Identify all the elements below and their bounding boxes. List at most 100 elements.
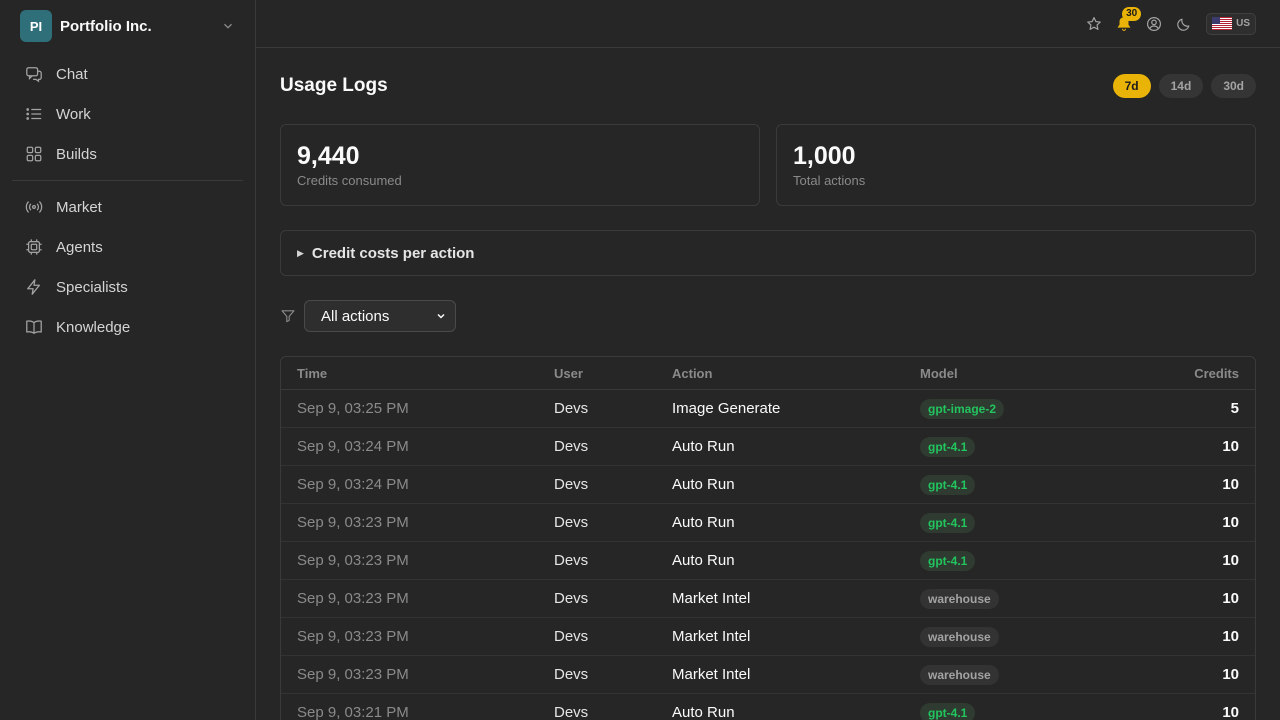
table-row[interactable]: Sep 9, 03:23 PM Devs Market Intel warehouse… — [281, 580, 1255, 618]
bell-icon[interactable]: 30 — [1116, 6, 1142, 32]
book-icon — [24, 317, 44, 337]
cell-model: gpt-4.1 — [920, 702, 1139, 720]
cell-credits: 10 — [1222, 628, 1239, 645]
credit-costs-disclosure[interactable]: ▶ Credit costs per action — [280, 230, 1256, 276]
cell-action: Auto Run — [672, 476, 735, 493]
caret-right-icon: ▶ — [297, 247, 304, 258]
sidebar-item-label: Work — [56, 105, 91, 123]
cell-action: Auto Run — [672, 704, 735, 720]
cpu-icon — [24, 237, 44, 257]
moon-icon[interactable] — [1176, 16, 1192, 32]
cell-time: Sep 9, 03:25 PM — [297, 400, 409, 417]
model-badge: gpt-4.1 — [920, 550, 976, 571]
usage-table: Time User Action Model Credits Sep 9, 03… — [280, 356, 1256, 720]
org-switcher[interactable]: PI Portfolio Inc. — [12, 10, 243, 42]
table-row[interactable]: Sep 9, 03:25 PM Devs Image Generate gpt-ima… — [281, 390, 1255, 428]
table-body: Sep 9, 03:25 PM Devs Image Generate gpt-ima… — [281, 390, 1255, 720]
cell-time: Sep 9, 03:23 PM — [297, 590, 409, 607]
cell-user: Devs — [554, 400, 589, 417]
model-badge: warehouse — [920, 588, 999, 609]
stat-value: 1,000 — [793, 142, 856, 170]
sidebar-item-label: Chat — [56, 65, 88, 83]
table-row[interactable]: Sep 9, 03:23 PM Devs Auto Run gpt-4.1 10 — [281, 542, 1255, 580]
table-row[interactable]: Sep 9, 03:24 PM Devs Auto Run gpt-4.1 10 — [281, 466, 1255, 504]
column-header-credits[interactable]: Credits — [1139, 366, 1239, 381]
select-value: All actions — [321, 307, 390, 325]
model-badge: gpt-4.1 — [920, 512, 976, 533]
cell-user: Devs — [554, 552, 589, 569]
user-circle-icon[interactable] — [1146, 16, 1162, 32]
chat-icon — [24, 64, 44, 84]
sidebar-item-knowledge[interactable]: Knowledge — [12, 307, 243, 347]
stats-row: 9,440 Credits consumed 1,000 Total actio… — [280, 124, 1256, 206]
cell-time: Sep 9, 03:23 PM — [297, 628, 409, 645]
cell-user: Devs — [554, 438, 589, 455]
sidebar-item-chat[interactable]: Chat — [12, 54, 243, 94]
table-row[interactable]: Sep 9, 03:23 PM Devs Auto Run gpt-4.1 10 — [281, 504, 1255, 542]
cell-action: Auto Run — [672, 514, 735, 531]
sidebar-item-work[interactable]: Work — [12, 94, 243, 134]
locale-label: US — [1236, 18, 1250, 29]
cell-credits: 10 — [1222, 666, 1239, 683]
page-title: Usage Logs — [280, 75, 388, 96]
cell-user: Devs — [554, 666, 589, 683]
range-7d-button[interactable]: 7d — [1112, 74, 1151, 98]
cell-user: Devs — [554, 514, 589, 531]
cell-credits: 10 — [1222, 514, 1239, 531]
cell-model: gpt-4.1 — [920, 550, 1139, 571]
cell-time: Sep 9, 03:23 PM — [297, 666, 409, 683]
column-header-model[interactable]: Model — [920, 366, 1139, 381]
cell-action: Market Intel — [672, 628, 751, 645]
sidebar-item-specialists[interactable]: Specialists — [12, 267, 243, 307]
cell-time: Sep 9, 03:23 PM — [297, 552, 409, 569]
cell-model: gpt-4.1 — [920, 436, 1139, 457]
cell-user: Devs — [554, 704, 589, 720]
column-header-time[interactable]: Time — [297, 366, 554, 381]
org-avatar: PI — [20, 10, 52, 42]
cell-model: warehouse — [920, 664, 1139, 685]
main-area: 30 US Usage Logs 7d 14d 30d 9,440 Credit… — [256, 0, 1280, 720]
table-row[interactable]: Sep 9, 03:23 PM Devs Market Intel warehouse… — [281, 618, 1255, 656]
model-badge: gpt-4.1 — [920, 436, 976, 457]
sidebar-item-builds[interactable]: Builds — [12, 134, 243, 174]
filter-icon — [281, 310, 295, 323]
sidebar: PI Portfolio Inc. Chat Work Builds Marke… — [0, 0, 256, 720]
model-badge: warehouse — [920, 664, 999, 685]
cell-model: warehouse — [920, 626, 1139, 647]
stat-value: 9,440 — [297, 142, 360, 170]
cell-model: warehouse — [920, 588, 1139, 609]
stat-label: Credits consumed — [297, 173, 402, 188]
broadcast-icon — [24, 197, 44, 217]
sidebar-item-label: Market — [56, 198, 102, 216]
model-badge: warehouse — [920, 626, 999, 647]
locale-switcher[interactable]: US — [1206, 12, 1256, 35]
model-badge: gpt-4.1 — [920, 702, 976, 720]
model-badge: gpt-image-2 — [920, 398, 1005, 419]
cell-model: gpt-image-2 — [920, 398, 1139, 419]
stat-actions-card: 1,000 Total actions — [776, 124, 1256, 206]
cell-time: Sep 9, 03:24 PM — [297, 476, 409, 493]
table-row[interactable]: Sep 9, 03:24 PM Devs Auto Run gpt-4.1 10 — [281, 428, 1255, 466]
range-30d-button[interactable]: 30d — [1211, 74, 1256, 98]
cell-time: Sep 9, 03:24 PM — [297, 438, 409, 455]
cell-credits: 10 — [1222, 552, 1239, 569]
cell-action: Market Intel — [672, 666, 751, 683]
table-row[interactable]: Sep 9, 03:21 PM Devs Auto Run gpt-4.1 10 — [281, 694, 1255, 720]
disclosure-label: Credit costs per action — [311, 244, 475, 262]
sidebar-item-label: Builds — [56, 145, 97, 163]
sidebar-item-agents[interactable]: Agents — [12, 227, 243, 267]
sidebar-item-label: Specialists — [56, 278, 128, 296]
action-filter-select[interactable]: All actions — [304, 300, 456, 332]
table-row[interactable]: Sep 9, 03:23 PM Devs Market Intel warehouse… — [281, 656, 1255, 694]
page-header: Usage Logs 7d 14d 30d — [280, 72, 1256, 100]
cell-credits: 10 — [1222, 438, 1239, 455]
sidebar-divider — [12, 180, 243, 181]
sidebar-item-market[interactable]: Market — [12, 187, 243, 227]
range-14d-button[interactable]: 14d — [1158, 74, 1204, 98]
column-header-action[interactable]: Action — [672, 366, 920, 381]
cell-action: Market Intel — [672, 590, 751, 607]
star-icon[interactable] — [1086, 16, 1102, 32]
cell-time: Sep 9, 03:23 PM — [297, 514, 409, 531]
topbar: 30 US — [256, 0, 1280, 48]
column-header-user[interactable]: User — [554, 366, 672, 381]
